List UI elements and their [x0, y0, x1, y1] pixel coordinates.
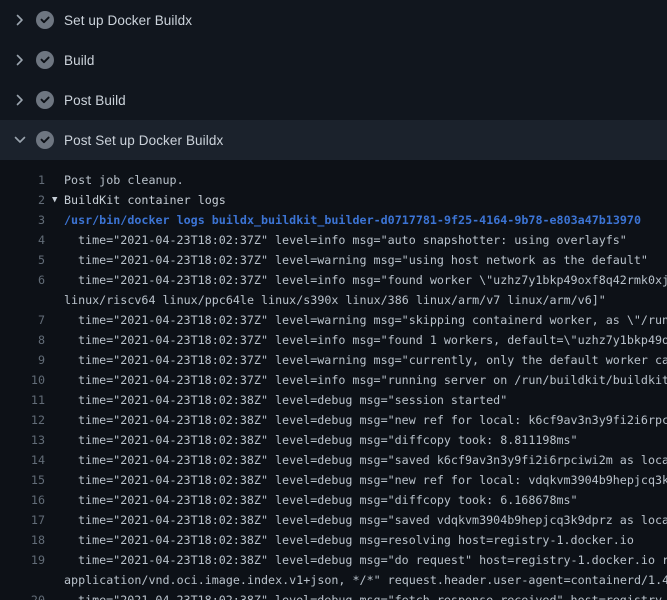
log-line-number[interactable]: 15: [0, 470, 45, 490]
log-line-number[interactable]: 17: [0, 510, 45, 530]
log-line: 10 time="2021-04-23T18:02:37Z" level=inf…: [0, 370, 667, 390]
log-line-text: /usr/bin/docker logs buildx_buildkit_bui…: [64, 210, 641, 230]
log-line: 7 time="2021-04-23T18:02:37Z" level=warn…: [0, 310, 667, 330]
step-label: Set up Docker Buildx: [64, 13, 192, 28]
log-line-text: BuildKit container logs: [64, 190, 226, 210]
log-line-number[interactable]: [0, 570, 45, 590]
log-line-text: time="2021-04-23T18:02:37Z" level=warnin…: [78, 310, 667, 330]
log-line-number[interactable]: 7: [0, 310, 45, 330]
log-line-number[interactable]: 11: [0, 390, 45, 410]
chevron-right-icon[interactable]: [12, 92, 28, 108]
log-line-text: time="2021-04-23T18:02:37Z" level=info m…: [78, 230, 627, 250]
log-line: 18 time="2021-04-23T18:02:38Z" level=deb…: [0, 530, 667, 550]
log-line: 4 time="2021-04-23T18:02:37Z" level=info…: [0, 230, 667, 250]
log-line: 3 /usr/bin/docker logs buildx_buildkit_b…: [0, 210, 667, 230]
log-line-text: time="2021-04-23T18:02:38Z" level=debug …: [78, 590, 667, 600]
log-line-number[interactable]: 14: [0, 450, 45, 470]
log-line-text: Post job cleanup.: [64, 170, 184, 190]
log-line-text: time="2021-04-23T18:02:37Z" level=warnin…: [78, 250, 648, 270]
log-line-text: time="2021-04-23T18:02:38Z" level=debug …: [78, 550, 667, 570]
log-line-number[interactable]: 1: [0, 170, 45, 190]
log-line-text: time="2021-04-23T18:02:38Z" level=debug …: [78, 510, 667, 530]
log-line-number[interactable]: 3: [0, 210, 45, 230]
log-viewer: 1 Post job cleanup. 2 ▼ BuildKit contain…: [0, 160, 667, 600]
step-label: Post Build: [64, 93, 126, 108]
log-line-text: time="2021-04-23T18:02:37Z" level=info m…: [78, 270, 667, 290]
log-line: 1 Post job cleanup.: [0, 170, 667, 190]
log-line[interactable]: 2 ▼ BuildKit container logs: [0, 190, 667, 210]
log-line-number[interactable]: 5: [0, 250, 45, 270]
log-line: 14 time="2021-04-23T18:02:38Z" level=deb…: [0, 450, 667, 470]
log-line-text: time="2021-04-23T18:02:38Z" level=debug …: [78, 530, 634, 550]
check-circle-icon: [36, 51, 54, 69]
log-line: 15 time="2021-04-23T18:02:38Z" level=deb…: [0, 470, 667, 490]
log-line: 11 time="2021-04-23T18:02:38Z" level=deb…: [0, 390, 667, 410]
step-label: Build: [64, 53, 95, 68]
step-label: Post Set up Docker Buildx: [64, 133, 223, 148]
chevron-down-icon[interactable]: [12, 132, 28, 148]
log-line-number[interactable]: 20: [0, 590, 45, 600]
log-line-number[interactable]: 6: [0, 270, 45, 290]
log-line: 17 time="2021-04-23T18:02:38Z" level=deb…: [0, 510, 667, 530]
log-line-number[interactable]: 16: [0, 490, 45, 510]
steps-list: Set up Docker Buildx Build Post Build Po…: [0, 0, 667, 160]
chevron-right-icon[interactable]: [12, 12, 28, 28]
log-line: 6 time="2021-04-23T18:02:37Z" level=info…: [0, 270, 667, 290]
log-line: 13 time="2021-04-23T18:02:38Z" level=deb…: [0, 430, 667, 450]
check-circle-icon: [36, 131, 54, 149]
step-row[interactable]: Post Build: [0, 80, 667, 120]
log-line-text: time="2021-04-23T18:02:38Z" level=debug …: [78, 430, 578, 450]
log-line: 8 time="2021-04-23T18:02:37Z" level=info…: [0, 330, 667, 350]
log-line-number[interactable]: 13: [0, 430, 45, 450]
log-line-text: time="2021-04-23T18:02:38Z" level=debug …: [78, 450, 667, 470]
log-line: 16 time="2021-04-23T18:02:38Z" level=deb…: [0, 490, 667, 510]
log-line-text: time="2021-04-23T18:02:38Z" level=debug …: [78, 410, 667, 430]
log-line: 12 time="2021-04-23T18:02:38Z" level=deb…: [0, 410, 667, 430]
step-row[interactable]: Set up Docker Buildx: [0, 0, 667, 40]
log-line-text: time="2021-04-23T18:02:37Z" level=info m…: [78, 370, 667, 390]
log-line-text: time="2021-04-23T18:02:37Z" level=info m…: [78, 330, 667, 350]
step-row[interactable]: Post Set up Docker Buildx: [0, 120, 667, 160]
log-line: 5 time="2021-04-23T18:02:37Z" level=warn…: [0, 250, 667, 270]
log-line-text: time="2021-04-23T18:02:38Z" level=debug …: [78, 490, 578, 510]
log-line-number[interactable]: 10: [0, 370, 45, 390]
log-line-text: linux/riscv64 linux/ppc64le linux/s390x …: [64, 290, 606, 310]
log-line: application/vnd.oci.image.index.v1+json,…: [0, 570, 667, 590]
log-line-number[interactable]: 18: [0, 530, 45, 550]
log-line-text: application/vnd.oci.image.index.v1+json,…: [64, 570, 667, 590]
log-line: linux/riscv64 linux/ppc64le linux/s390x …: [0, 290, 667, 310]
log-line: 20 time="2021-04-23T18:02:38Z" level=deb…: [0, 590, 667, 600]
check-circle-icon: [36, 11, 54, 29]
log-line: 9 time="2021-04-23T18:02:37Z" level=warn…: [0, 350, 667, 370]
log-line-number[interactable]: 2: [0, 190, 45, 210]
log-line-number[interactable]: 12: [0, 410, 45, 430]
chevron-right-icon[interactable]: [12, 52, 28, 68]
log-line-number[interactable]: 8: [0, 330, 45, 350]
check-circle-icon: [36, 91, 54, 109]
step-row[interactable]: Build: [0, 40, 667, 80]
log-line-number[interactable]: [0, 290, 45, 310]
log-line-text: time="2021-04-23T18:02:38Z" level=debug …: [78, 390, 507, 410]
log-line-number[interactable]: 9: [0, 350, 45, 370]
log-line-number[interactable]: 19: [0, 550, 45, 570]
log-line-text: time="2021-04-23T18:02:38Z" level=debug …: [78, 470, 667, 490]
log-line-text: time="2021-04-23T18:02:37Z" level=warnin…: [78, 350, 667, 370]
group-collapse-triangle-icon[interactable]: ▼: [52, 190, 64, 210]
log-line: 19 time="2021-04-23T18:02:38Z" level=deb…: [0, 550, 667, 570]
log-line-number[interactable]: 4: [0, 230, 45, 250]
